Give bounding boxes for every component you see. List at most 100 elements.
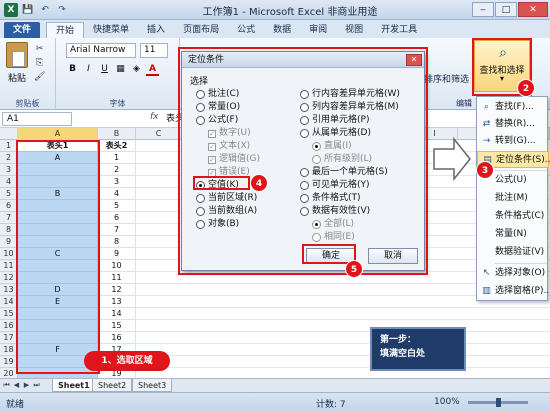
tab-sheet3[interactable]: Sheet3	[132, 379, 173, 392]
tab-sheet1[interactable]: Sheet1	[52, 379, 96, 392]
step-badge-4: 4	[250, 174, 268, 192]
empty-cells[interactable]	[136, 368, 550, 378]
menu-item-constants[interactable]: 常量(N)	[477, 226, 549, 243]
font-color-icon[interactable]: A	[146, 63, 159, 76]
empty-cells[interactable]	[136, 332, 550, 344]
blanks-option-highlight	[193, 176, 250, 190]
tab-page-layout[interactable]: 页面布局	[174, 22, 228, 38]
undo-icon[interactable]: ↶	[38, 3, 52, 17]
format-painter-icon[interactable]: 🖌	[34, 72, 45, 83]
border-icon[interactable]: ▦	[114, 63, 127, 76]
empty-cells[interactable]	[136, 344, 550, 356]
cell-b[interactable]: 11	[98, 272, 136, 284]
tab-data[interactable]: 数据	[264, 22, 300, 38]
cell-b[interactable]: 16	[98, 332, 136, 344]
cell-b[interactable]: 12	[98, 284, 136, 296]
cell-b[interactable]: 6	[98, 212, 136, 224]
cell-b[interactable]: 10	[98, 260, 136, 272]
menu-item-replace[interactable]: ⇄ 替换(R)...	[477, 116, 549, 133]
sheet-tab-bar: ⏮ ◀ ▶ ⏭ Sheet1 Sheet2 Sheet3	[0, 378, 550, 392]
tab-review[interactable]: 审阅	[300, 22, 336, 38]
maximize-button[interactable]: □	[495, 2, 517, 17]
cell-b[interactable]: 15	[98, 320, 136, 332]
cell-b[interactable]: 8	[98, 236, 136, 248]
menu-separator	[495, 170, 547, 171]
redo-icon[interactable]: ↷	[55, 3, 69, 17]
cell-b[interactable]: 13	[98, 296, 136, 308]
selection-pane-icon: ▥	[482, 286, 491, 296]
tab-sheet2[interactable]: Sheet2	[92, 379, 133, 392]
find-icon: ⌕	[483, 102, 490, 112]
font-size-select[interactable]: 11	[140, 43, 168, 58]
zoom-level[interactable]: 100%	[434, 397, 460, 407]
cell-b[interactable]: 3	[98, 176, 136, 188]
empty-cells[interactable]	[136, 356, 550, 368]
tab-insert[interactable]: 插入	[138, 22, 174, 38]
cell-b[interactable]: 1	[98, 152, 136, 164]
empty-cells[interactable]	[136, 320, 550, 332]
tab-developer[interactable]: 开发工具	[372, 22, 426, 38]
underline-button[interactable]: U	[98, 63, 111, 76]
cell-b[interactable]: 14	[98, 308, 136, 320]
zoom-slider-thumb[interactable]	[496, 398, 501, 407]
copy-icon[interactable]: ⎘	[34, 58, 45, 69]
menu-item-comments[interactable]: 批注(M)	[477, 190, 549, 207]
quick-access-toolbar: X 💾 ↶ ↷	[4, 3, 69, 17]
status-ready: 就绪	[6, 400, 25, 410]
menu-item-conditional-format[interactable]: 条件格式(C)	[477, 208, 549, 225]
select-all-corner[interactable]	[0, 128, 18, 140]
cell-b[interactable]: 9	[98, 248, 136, 260]
tab-view[interactable]: 视图	[336, 22, 372, 38]
tab-file[interactable]: 文件	[4, 22, 41, 38]
menu-item-find[interactable]: ⌕ 查找(F)...	[477, 99, 549, 116]
menu-item-selection-pane[interactable]: ▥ 选择窗格(P)...	[477, 283, 550, 300]
next-sheet-icon[interactable]: ▶	[22, 380, 31, 391]
paste-label[interactable]: 粘贴	[8, 71, 26, 84]
menu-item-goto[interactable]: → 转到(G)...	[477, 133, 549, 150]
cut-icon[interactable]: ✂	[34, 44, 45, 55]
title-bar: X 💾 ↶ ↷ 工作簿1 - Microsoft Excel 非商业用途 ‒ □…	[0, 0, 550, 20]
menu-item-data-validation[interactable]: 数据验证(V)	[477, 244, 549, 261]
step-1-label: 1、选取区域	[84, 351, 170, 371]
font-group-label: 字体	[109, 99, 126, 108]
font-name-select[interactable]: Arial Narrow	[66, 43, 136, 58]
status-count: 计数: 7	[316, 400, 346, 410]
column-header-c[interactable]: C	[136, 128, 182, 140]
cell-b[interactable]: 7	[98, 224, 136, 236]
empty-cells[interactable]	[136, 308, 550, 320]
cell-b[interactable]: 表头2	[98, 140, 136, 152]
last-sheet-icon[interactable]: ⏭	[32, 380, 41, 391]
dialog-highlight	[178, 47, 428, 275]
selection-highlight	[16, 140, 100, 374]
clipboard-group: 粘贴 ✂ ⎘ 🖌 剪贴板	[0, 38, 56, 110]
arrow-right-icon	[433, 136, 471, 182]
menu-item-select-objects[interactable]: ↖ 选择对象(O)	[477, 265, 549, 282]
sort-filter-label[interactable]: 排序和筛选	[424, 72, 469, 85]
column-header-b[interactable]: B	[98, 128, 136, 140]
save-icon[interactable]: 💾	[21, 3, 35, 17]
column-header-a[interactable]: A	[18, 128, 98, 140]
tab-formulas[interactable]: 公式	[228, 22, 264, 38]
step-badge-3: 3	[476, 161, 494, 179]
paste-icon[interactable]	[6, 42, 28, 68]
excel-app-icon[interactable]: X	[4, 3, 18, 17]
minimize-button[interactable]: ‒	[472, 2, 494, 17]
prev-sheet-icon[interactable]: ◀	[12, 380, 21, 391]
tab-home[interactable]: 开始	[46, 22, 85, 38]
zoom-slider[interactable]	[468, 398, 528, 407]
first-sheet-icon[interactable]: ⏮	[2, 380, 11, 391]
menu-separator	[495, 263, 547, 264]
name-box[interactable]: A1	[2, 112, 72, 126]
cell-b[interactable]: 2	[98, 164, 136, 176]
tab-quick-menu[interactable]: 快捷菜单	[84, 22, 138, 38]
bold-button[interactable]: B	[66, 63, 79, 76]
close-button[interactable]: ✕	[518, 2, 548, 17]
font-group: Arial Narrow 11 B I U ▦ ◈ A 字体	[56, 38, 180, 110]
fill-color-icon[interactable]: ◈	[130, 63, 143, 76]
fx-icon[interactable]: fx	[150, 112, 159, 122]
window-title: 工作簿1 - Microsoft Excel 非商业用途	[202, 7, 378, 18]
italic-button[interactable]: I	[82, 63, 95, 76]
cell-b[interactable]: 5	[98, 200, 136, 212]
note-line-1: 第一步：	[380, 335, 417, 345]
cell-b[interactable]: 4	[98, 188, 136, 200]
